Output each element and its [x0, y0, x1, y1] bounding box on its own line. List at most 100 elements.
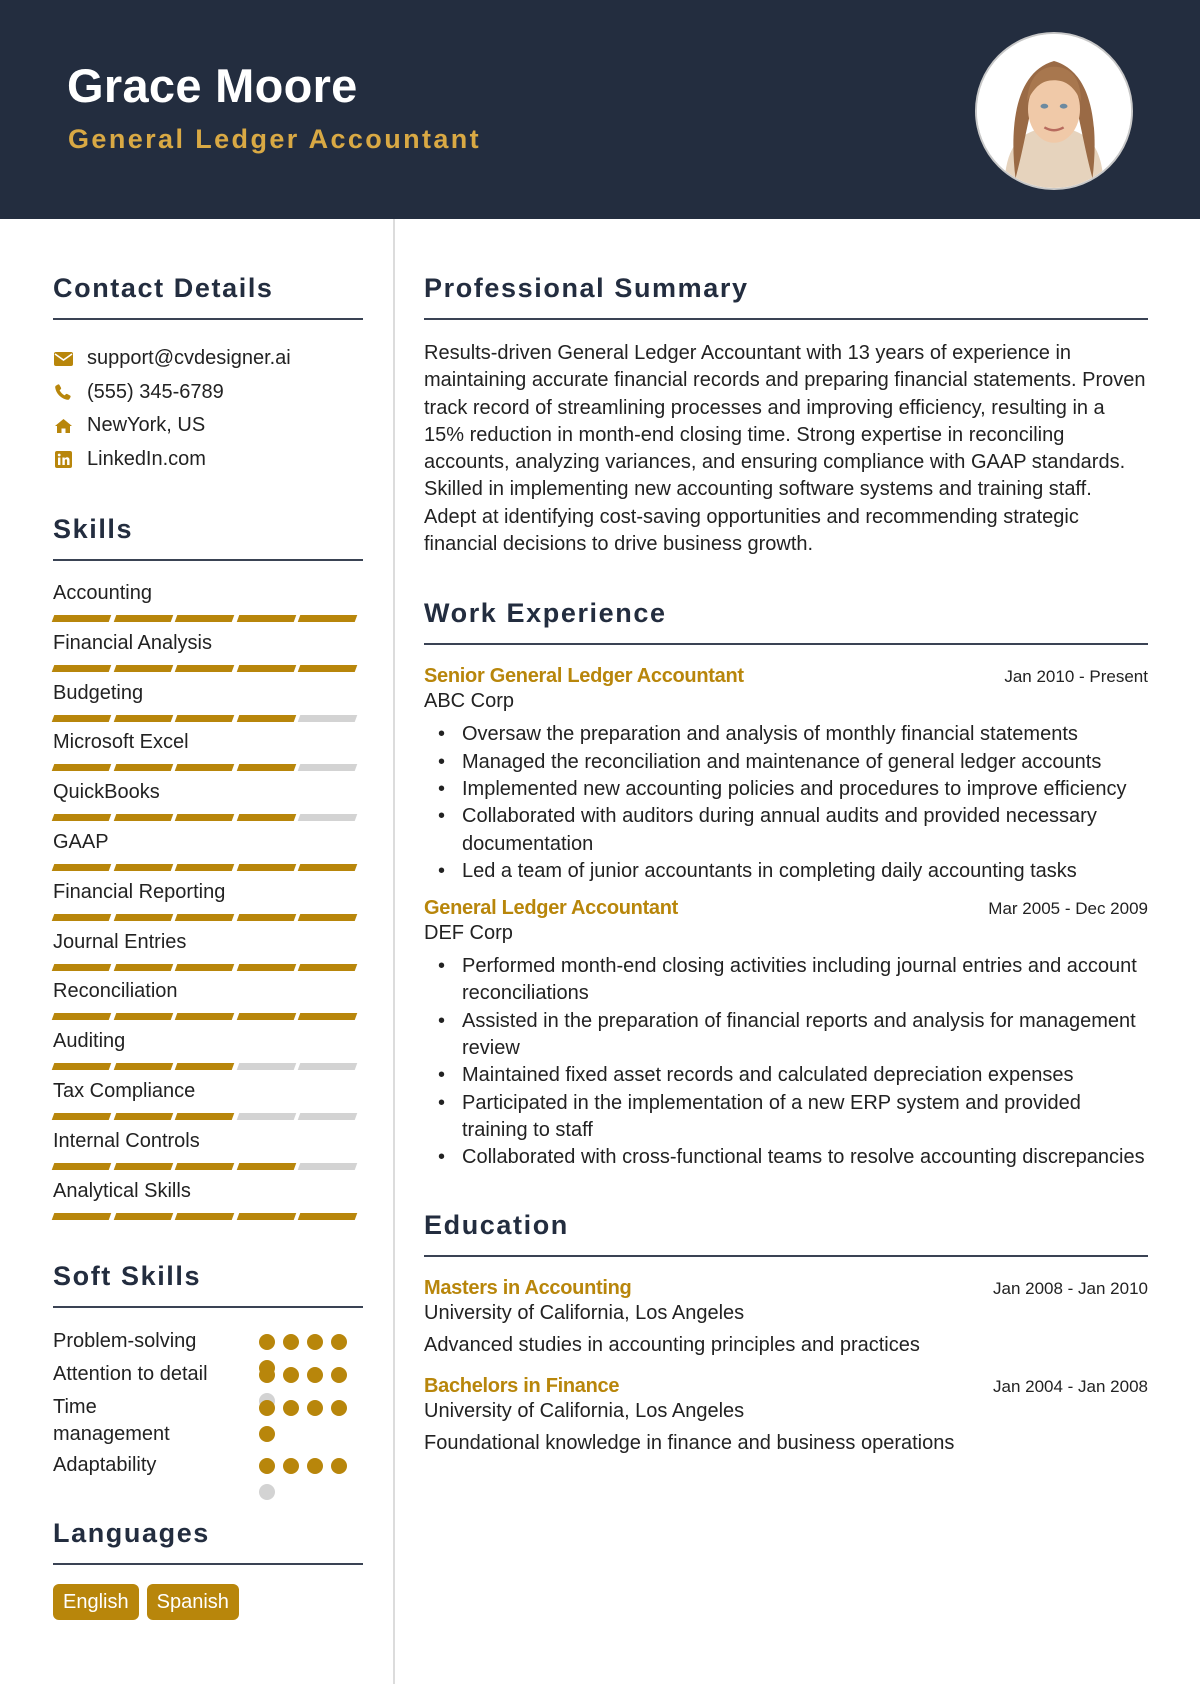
rating-dot-empty — [259, 1484, 276, 1501]
skill-segment-filled — [113, 1212, 173, 1220]
bullet-item: Collaborated with auditors during annual… — [436, 803, 1148, 858]
school-name: University of California, Los Angeles — [424, 1301, 745, 1324]
section-rule — [424, 318, 1148, 320]
skill-segment-filled — [113, 615, 173, 622]
contact-location: NewYork, US — [53, 409, 363, 443]
soft-skill-name: Time management — [53, 1396, 170, 1446]
skill-name: QuickBooks — [53, 781, 160, 804]
experience-heading: Work Experience — [424, 598, 667, 629]
skill-segment-filled — [51, 1212, 112, 1220]
skill-segment-filled — [113, 814, 173, 822]
skill-segment-filled — [51, 664, 112, 672]
skill-item: Analytical Skills — [51, 1178, 363, 1228]
job-bullets: Oversaw the preparation and analysis of … — [436, 721, 1148, 885]
skill-segment-filled — [174, 1112, 235, 1120]
skill-segment-filled — [174, 764, 235, 772]
rating-dot-filled — [259, 1426, 276, 1443]
soft-skills-heading: Soft Skills — [53, 1261, 202, 1292]
skill-segment-filled — [236, 615, 296, 622]
soft-skill-rating — [259, 1328, 363, 1377]
skill-name: Financial Reporting — [53, 880, 226, 903]
contact-phone[interactable]: (555) 345-6789 — [53, 376, 363, 410]
skill-segment-filled — [113, 963, 173, 971]
rating-dot-filled — [331, 1367, 348, 1384]
experience-entry: Senior General Ledger Accountant Jan 201… — [424, 665, 1148, 885]
skill-segment-filled — [51, 913, 112, 921]
skill-segment-empty — [236, 1063, 296, 1071]
languages-section: Languages English Spanish — [53, 1518, 363, 1621]
skill-segment-filled — [113, 1112, 173, 1120]
skill-segment-filled — [51, 1013, 112, 1021]
skill-level-bar — [51, 664, 363, 672]
skills-list: Accounting Financial Analysis Budgeting Mic… — [51, 580, 363, 1228]
contact-list: support@cvdesigner.ai (555) 345-6789 New… — [53, 342, 363, 476]
experience-entry: General Ledger Accountant Mar 2005 - Dec… — [424, 897, 1148, 1172]
candidate-name: Grace Moore — [67, 59, 358, 112]
skill-level-bar — [51, 764, 363, 772]
rating-dot-filled — [283, 1400, 300, 1417]
rating-dot-filled — [331, 1400, 348, 1417]
skill-segment-empty — [297, 764, 358, 772]
skill-segment-filled — [113, 764, 173, 772]
skill-item: Tax Compliance — [51, 1078, 363, 1128]
bullet-item: Managed the reconciliation and maintenan… — [436, 749, 1148, 777]
skill-segment-empty — [297, 814, 358, 822]
skill-segment-filled — [236, 863, 296, 871]
column-divider — [393, 219, 395, 1684]
bullet-item: Participated in the implementation of a … — [436, 1090, 1148, 1145]
bullet-item: Led a team of junior accountants in comp… — [436, 858, 1148, 886]
education-entry: Bachelors in Finance Jan 2004 - Jan 2008… — [424, 1375, 1148, 1455]
skill-segment-filled — [51, 963, 112, 971]
skill-segment-filled — [51, 863, 112, 871]
skill-level-bar — [51, 1013, 363, 1021]
section-rule — [424, 643, 1148, 646]
skill-name: Microsoft Excel — [53, 731, 189, 754]
job-dates: Jan 2010 - Present — [1004, 667, 1148, 687]
skill-segment-filled — [236, 1162, 296, 1170]
contact-email[interactable]: support@cvdesigner.ai — [53, 342, 363, 376]
skill-segment-filled — [174, 963, 235, 971]
rating-dot-filled — [307, 1334, 324, 1351]
skill-level-bar — [51, 963, 363, 971]
job-title: General Ledger Accountant — [424, 897, 679, 920]
skill-segment-filled — [113, 1063, 173, 1071]
skill-segment-filled — [236, 963, 296, 971]
soft-skills-list: Problem-solving Attention to detail Time m… — [53, 1328, 363, 1501]
skill-segment-filled — [236, 814, 296, 822]
soft-skill-name: Problem-solving — [53, 1330, 197, 1353]
education-section: Education Masters in Accounting Jan 2008… — [424, 1210, 1148, 1455]
skill-segment-empty — [236, 1112, 296, 1120]
skill-segment-filled — [113, 913, 173, 921]
skill-level-bar — [51, 1112, 363, 1120]
skill-segment-filled — [236, 1013, 296, 1021]
skill-segment-filled — [297, 1013, 358, 1021]
skill-item: Accounting — [51, 580, 363, 630]
skill-segment-filled — [51, 1162, 112, 1170]
rating-dot-filled — [259, 1334, 276, 1351]
linkedin-icon — [53, 449, 73, 469]
education-description: Advanced studies in accounting principle… — [424, 1333, 920, 1356]
skill-name: Analytical Skills — [53, 1179, 191, 1202]
soft-skill-item: Problem-solving — [53, 1328, 363, 1377]
languages-list: English Spanish — [53, 1584, 363, 1621]
skill-item: Microsoft Excel — [51, 729, 363, 779]
soft-skills-section: Soft Skills Problem-solving Attention to … — [53, 1261, 363, 1501]
skill-segment-filled — [113, 1162, 173, 1170]
skill-segment-filled — [174, 714, 235, 722]
envelope-icon — [53, 349, 73, 369]
rating-dot-filled — [307, 1400, 324, 1417]
skill-segment-empty — [297, 714, 358, 722]
soft-skill-rating — [259, 1361, 363, 1410]
bullet-item: Assisted in the preparation of financial… — [436, 1008, 1148, 1063]
skill-item: Auditing — [51, 1028, 363, 1078]
skill-level-bar — [51, 1063, 363, 1071]
skill-segment-empty — [297, 1063, 358, 1071]
skill-name: Financial Analysis — [53, 631, 212, 654]
contact-linkedin[interactable]: LinkedIn.com — [53, 443, 363, 477]
skill-segment-filled — [236, 664, 296, 672]
skill-item: GAAP — [51, 829, 363, 879]
section-rule — [53, 559, 363, 561]
soft-skill-name: Attention to detail — [53, 1363, 208, 1386]
rating-dot-filled — [259, 1458, 276, 1475]
section-rule — [53, 318, 363, 320]
